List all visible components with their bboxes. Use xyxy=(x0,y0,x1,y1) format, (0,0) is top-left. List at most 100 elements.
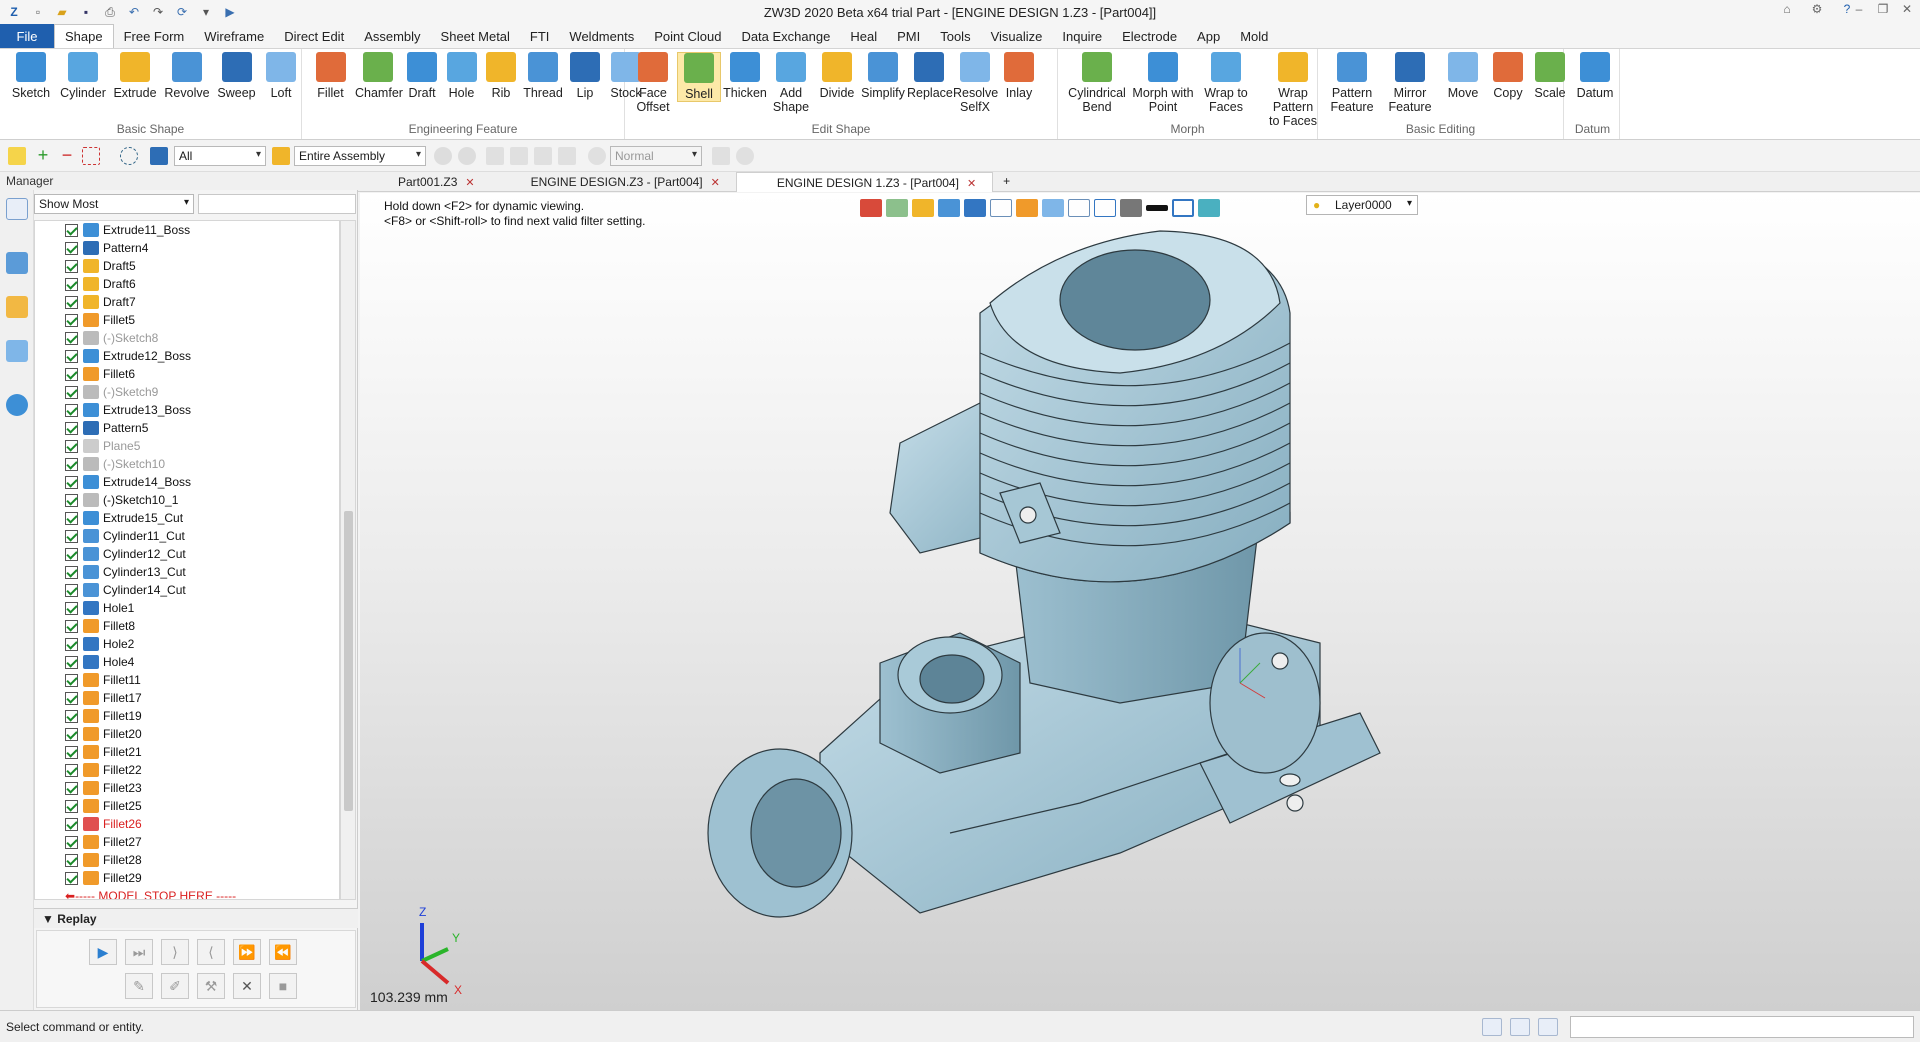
visibility-checkbox[interactable] xyxy=(65,241,78,255)
tree-row[interactable]: Cylinder14_Cut xyxy=(35,581,339,599)
ribbon-face-offset-button[interactable]: Face Offset xyxy=(631,52,675,114)
tree-row[interactable]: Fillet20 xyxy=(35,725,339,743)
graphics-viewport[interactable]: Hold down <F2> for dynamic viewing. <F8>… xyxy=(360,193,1920,1010)
tree-row[interactable]: (-)Sketch9 xyxy=(35,383,339,401)
tree-row[interactable]: Extrude13_Boss xyxy=(35,401,339,419)
pencil-icon[interactable]: ✐ xyxy=(161,973,189,999)
visibility-checkbox[interactable] xyxy=(65,601,78,615)
run-icon[interactable]: ▶ xyxy=(220,2,240,22)
tree-row[interactable]: Pattern5 xyxy=(35,419,339,437)
tree-row[interactable]: Fillet5 xyxy=(35,311,339,329)
visibility-checkbox[interactable] xyxy=(65,835,78,849)
clock-icon[interactable] xyxy=(588,147,606,165)
step-next-icon[interactable]: ⟩ xyxy=(161,939,189,965)
document-tab[interactable]: ENGINE DESIGN.Z3 - [Part004] ✕ xyxy=(491,172,736,192)
tab-close-icon[interactable]: ✕ xyxy=(711,177,720,189)
visibility-checkbox[interactable] xyxy=(65,637,78,651)
align-center-icon[interactable] xyxy=(510,147,528,165)
menu-sheet-metal[interactable]: Sheet Metal xyxy=(431,24,520,48)
visibility-checkbox[interactable] xyxy=(65,331,78,345)
link-icon[interactable] xyxy=(458,147,476,165)
ribbon-inlay-button[interactable]: Inlay xyxy=(999,52,1039,100)
tree-row[interactable]: Fillet8 xyxy=(35,617,339,635)
scroll-thumb[interactable] xyxy=(344,511,353,811)
new-file-icon[interactable]: ▫ xyxy=(28,2,48,22)
visibility-checkbox[interactable] xyxy=(65,727,78,741)
tree-row[interactable]: Extrude11_Boss xyxy=(35,221,339,239)
ribbon-cylinder-button[interactable]: Cylinder xyxy=(58,52,108,100)
ribbon-draft-button[interactable]: Draft xyxy=(402,52,442,100)
visibility-checkbox[interactable] xyxy=(65,655,78,669)
tree-row[interactable]: Fillet29 xyxy=(35,869,339,887)
tree-row[interactable]: Fillet25 xyxy=(35,797,339,815)
tree-row[interactable]: Cylinder13_Cut xyxy=(35,563,339,581)
visibility-checkbox[interactable] xyxy=(65,745,78,759)
visibility-checkbox[interactable] xyxy=(65,871,78,885)
ribbon-scale-button[interactable]: Scale xyxy=(1530,52,1570,100)
tree-row[interactable]: Cylinder12_Cut xyxy=(35,545,339,563)
filter-icon[interactable] xyxy=(150,147,168,165)
document-tab[interactable]: ENGINE DESIGN 1.Z3 - [Part004] ✕ xyxy=(735,172,994,192)
menu-app[interactable]: App xyxy=(1187,24,1230,48)
ribbon-lip-button[interactable]: Lip xyxy=(565,52,605,100)
menu-assembly[interactable]: Assembly xyxy=(354,24,430,48)
stop-icon[interactable]: ■ xyxy=(269,973,297,999)
minimize-icon[interactable]: – xyxy=(1848,2,1870,20)
manager-search-input[interactable] xyxy=(198,194,356,214)
visibility-checkbox[interactable] xyxy=(65,421,78,435)
close-icon[interactable]: ✕ xyxy=(1896,2,1918,20)
ribbon-loft-button[interactable]: Loft xyxy=(261,52,301,100)
tree-row[interactable]: Fillet28 xyxy=(35,851,339,869)
menu-shape[interactable]: Shape xyxy=(54,24,114,48)
visibility-checkbox[interactable] xyxy=(65,529,78,543)
visibility-checkbox[interactable] xyxy=(65,259,78,273)
menu-free-form[interactable]: Free Form xyxy=(114,24,195,48)
visibility-checkbox[interactable] xyxy=(65,763,78,777)
tree-row[interactable]: Hole1 xyxy=(35,599,339,617)
ribbon-hole-button[interactable]: Hole xyxy=(444,52,479,100)
ribbon-extrude-button[interactable]: Extrude xyxy=(110,52,160,100)
restore-icon[interactable]: ❐ xyxy=(1872,2,1894,20)
ribbon-cylindrical-bend-button[interactable]: Cylindrical Bend xyxy=(1064,52,1130,114)
add-icon[interactable]: + xyxy=(34,146,52,165)
tree-row[interactable]: Extrude12_Boss xyxy=(35,347,339,365)
snap-icon[interactable] xyxy=(434,147,452,165)
tree-row[interactable]: Fillet19 xyxy=(35,707,339,725)
menu-direct-edit[interactable]: Direct Edit xyxy=(274,24,354,48)
tree-row[interactable]: Draft7 xyxy=(35,293,339,311)
help-icon[interactable]: ⌂ xyxy=(1776,2,1798,20)
visibility-checkbox[interactable] xyxy=(65,583,78,597)
visibility-checkbox[interactable] xyxy=(65,691,78,705)
visibility-checkbox[interactable] xyxy=(65,619,78,633)
new-tab-icon[interactable]: + xyxy=(993,172,1020,192)
ribbon-revolve-button[interactable]: Revolve xyxy=(162,52,212,100)
ribbon-divide-button[interactable]: Divide xyxy=(815,52,859,100)
redo-icon[interactable]: ↷ xyxy=(148,2,168,22)
engine-model[interactable] xyxy=(360,193,1920,1010)
tree-row[interactable]: (-)Sketch8 xyxy=(35,329,339,347)
document-tab[interactable]: Part001.Z3 ✕ xyxy=(358,172,491,192)
visibility-checkbox[interactable] xyxy=(65,223,78,237)
tree-row[interactable]: Extrude14_Boss xyxy=(35,473,339,491)
image-icon[interactable] xyxy=(6,340,28,362)
tree-row[interactable]: Fillet27 xyxy=(35,833,339,851)
ribbon-thread-button[interactable]: Thread xyxy=(523,52,563,100)
tree-icon[interactable] xyxy=(6,252,28,274)
box-select-icon[interactable] xyxy=(82,147,100,165)
ribbon-morph-with-point-button[interactable]: Morph with Point xyxy=(1132,52,1194,114)
ribbon-resolve-selfx-button[interactable]: Resolve SelfX xyxy=(953,52,998,114)
visibility-checkbox[interactable] xyxy=(65,457,78,471)
ribbon-shell-button[interactable]: Shell xyxy=(677,52,721,102)
tree-row[interactable]: Fillet17 xyxy=(35,689,339,707)
menu-wireframe[interactable]: Wireframe xyxy=(194,24,274,48)
tree-row[interactable]: (-)Sketch10 xyxy=(35,455,339,473)
visibility-checkbox[interactable] xyxy=(65,385,78,399)
scope-select[interactable]: Entire Assembly xyxy=(294,146,426,166)
visibility-checkbox[interactable] xyxy=(65,817,78,831)
visibility-checkbox[interactable] xyxy=(65,403,78,417)
filter-select[interactable]: All xyxy=(174,146,266,166)
tree-row[interactable]: Hole4 xyxy=(35,653,339,671)
menu-data-exchange[interactable]: Data Exchange xyxy=(731,24,840,48)
menu-visualize[interactable]: Visualize xyxy=(981,24,1053,48)
save-icon[interactable]: ▪ xyxy=(76,2,96,22)
